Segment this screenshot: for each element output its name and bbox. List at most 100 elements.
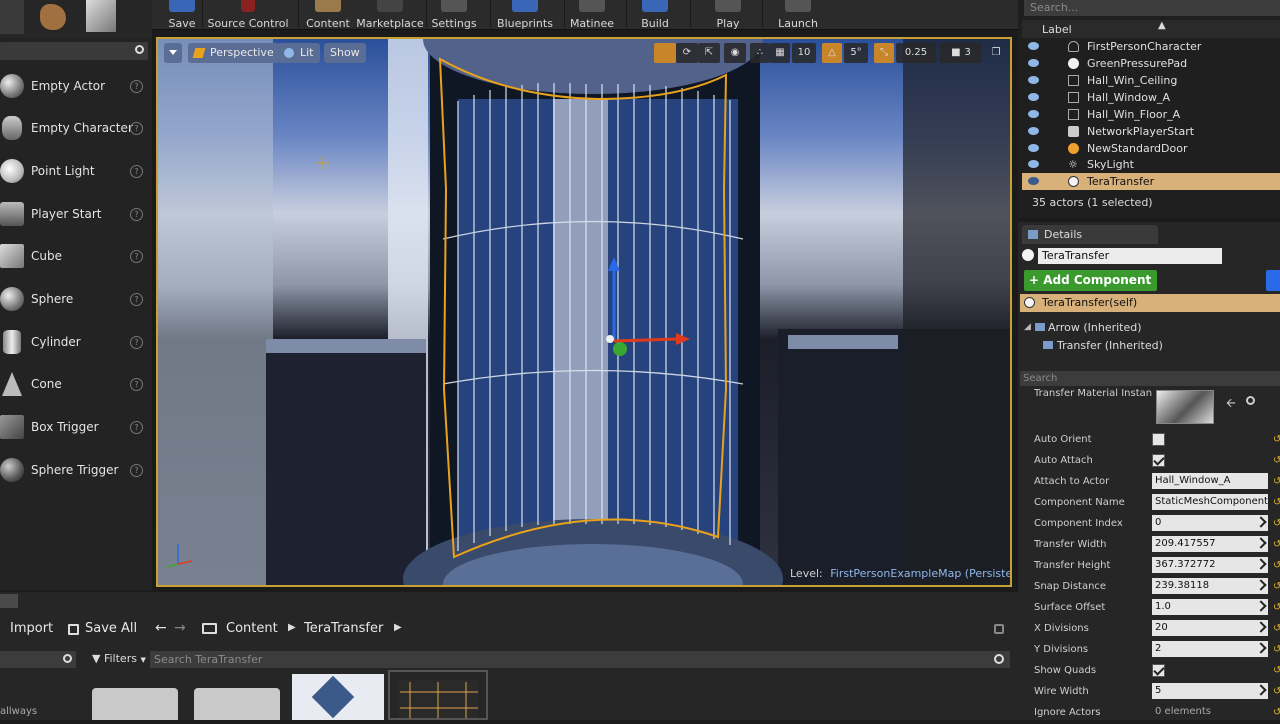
place-item-empty-character[interactable]: Empty Character ? bbox=[0, 108, 150, 148]
rotate-tool-icon[interactable]: ⟳ bbox=[676, 43, 698, 63]
reset-to-default-icon[interactable]: ↺ bbox=[1273, 539, 1280, 550]
lit-mode-button[interactable]: Lit bbox=[278, 43, 320, 63]
save-all-button[interactable]: Save All bbox=[66, 618, 144, 640]
spinner-icon[interactable] bbox=[1255, 642, 1267, 654]
scale-snap-icon[interactable]: ⤡ bbox=[874, 43, 894, 63]
marketplace-button[interactable]: Marketplace bbox=[356, 0, 424, 30]
reset-to-default-icon[interactable]: ↺ bbox=[1273, 644, 1280, 655]
scale-snap-value[interactable]: 0.25 bbox=[896, 43, 936, 63]
reset-to-default-icon[interactable]: ↺ bbox=[1273, 707, 1280, 718]
place-item-cube[interactable]: Cube ? bbox=[0, 236, 150, 276]
visibility-eye-icon[interactable] bbox=[1028, 59, 1039, 67]
show-button[interactable]: Show bbox=[324, 43, 366, 63]
property-value-field[interactable]: StaticMeshComponent0 bbox=[1152, 494, 1268, 510]
reset-to-default-icon[interactable]: ↺ bbox=[1273, 602, 1280, 613]
sort-ascending-icon[interactable]: ▲ bbox=[1158, 20, 1166, 31]
world-local-icon[interactable]: ◉ bbox=[724, 43, 746, 63]
viewport-options-button[interactable] bbox=[164, 43, 182, 63]
camera-speed-button[interactable]: ■ 3 bbox=[940, 43, 982, 63]
property-value-field[interactable]: 0 bbox=[1152, 515, 1268, 531]
spinner-icon[interactable] bbox=[1255, 558, 1267, 570]
reset-to-default-icon[interactable]: ↺ bbox=[1273, 434, 1280, 445]
breadcrumb-content[interactable]: Content bbox=[226, 618, 286, 640]
property-value-field[interactable]: 239.38118 bbox=[1152, 578, 1268, 594]
help-icon[interactable]: ? bbox=[130, 80, 143, 93]
content-browser-tab[interactable] bbox=[0, 594, 18, 608]
property-value-field[interactable]: 1.0 bbox=[1152, 599, 1268, 615]
rotation-snap-icon[interactable]: △ bbox=[822, 43, 842, 63]
perspective-button[interactable]: Perspective bbox=[188, 43, 280, 63]
level-viewport[interactable]: Perspective Lit Show ⟳ ⇱ ◉ ∴ ▦ 10 △ 5° ⤡… bbox=[156, 37, 1012, 587]
asset-search-input[interactable]: Search TeraTransfer bbox=[150, 651, 1010, 668]
help-icon[interactable]: ? bbox=[130, 421, 143, 434]
place-item-player-start[interactable]: Player Start ? bbox=[0, 194, 150, 234]
folder-search-input[interactable] bbox=[0, 651, 76, 668]
help-icon[interactable]: ? bbox=[130, 464, 143, 477]
expand-arrow-icon[interactable]: ◢ bbox=[1024, 322, 1031, 332]
breadcrumb-chevron-icon[interactable]: ▶ bbox=[394, 622, 402, 633]
place-item-box-trigger[interactable]: Box Trigger ? bbox=[0, 407, 150, 447]
visibility-eye-icon[interactable] bbox=[1028, 177, 1039, 185]
property-checkbox[interactable] bbox=[1152, 664, 1165, 677]
outliner-row[interactable]: NetworkPlayerStart bbox=[1022, 123, 1280, 140]
visibility-eye-icon[interactable] bbox=[1028, 93, 1039, 101]
outliner-row[interactable]: ☼ SkyLight bbox=[1022, 156, 1280, 173]
asset-thumbnail[interactable] bbox=[292, 674, 384, 720]
root-component-row[interactable]: TeraTransfer(self) bbox=[1020, 294, 1280, 312]
property-value-field[interactable]: 20 bbox=[1152, 620, 1268, 636]
spinner-icon[interactable] bbox=[1255, 537, 1267, 549]
details-search-input[interactable]: Search bbox=[1020, 371, 1280, 386]
foliage-mode-icon[interactable] bbox=[40, 4, 66, 30]
reset-to-default-icon[interactable]: ↺ bbox=[1273, 581, 1280, 592]
reset-to-default-icon[interactable]: ↺ bbox=[1273, 455, 1280, 466]
visibility-eye-icon[interactable] bbox=[1028, 160, 1039, 168]
mode-tab-place[interactable] bbox=[0, 0, 24, 34]
material-thumbnail[interactable] bbox=[1156, 390, 1214, 424]
outliner-row[interactable]: Hall_Win_Ceiling bbox=[1022, 72, 1280, 89]
outliner-row[interactable]: Hall_Win_Floor_A bbox=[1022, 106, 1280, 123]
property-value-field[interactable]: Hall_Window_A bbox=[1152, 473, 1268, 489]
forward-arrow-icon[interactable]: → bbox=[174, 620, 186, 636]
visibility-eye-icon[interactable] bbox=[1028, 110, 1039, 118]
breadcrumb-teratransfer[interactable]: TeraTransfer bbox=[304, 618, 392, 640]
build-button[interactable]: Build bbox=[636, 0, 674, 30]
help-icon[interactable]: ? bbox=[130, 208, 143, 221]
outliner-search-input[interactable]: Search... bbox=[1024, 0, 1280, 16]
place-item-empty-actor[interactable]: Empty Actor ? bbox=[0, 66, 150, 106]
spinner-icon[interactable] bbox=[1255, 600, 1267, 612]
folder-thumbnail[interactable] bbox=[194, 688, 280, 720]
reset-to-default-icon[interactable]: ↺ bbox=[1273, 623, 1280, 634]
outliner-row[interactable]: Hall_Window_A bbox=[1022, 89, 1280, 106]
place-item-sphere-trigger[interactable]: Sphere Trigger ? bbox=[0, 450, 150, 490]
maximize-viewport-icon[interactable]: ❐ bbox=[988, 43, 1004, 63]
component-row-arrow[interactable]: ◢ Arrow (Inherited) bbox=[1024, 320, 1264, 336]
property-value-field[interactable]: 5 bbox=[1152, 683, 1268, 699]
reset-to-default-icon[interactable]: ↺ bbox=[1273, 686, 1280, 697]
rotation-snap-value[interactable]: 5° bbox=[844, 43, 868, 63]
help-icon[interactable]: ? bbox=[130, 378, 143, 391]
visibility-eye-icon[interactable] bbox=[1028, 127, 1039, 135]
property-value-field[interactable]: 2 bbox=[1152, 641, 1268, 657]
component-row-transfer[interactable]: Transfer (Inherited) bbox=[1040, 338, 1260, 354]
property-checkbox[interactable] bbox=[1152, 454, 1165, 467]
actor-name-field[interactable]: TeraTransfer bbox=[1038, 248, 1222, 264]
lock-icon[interactable] bbox=[994, 624, 1004, 634]
folder-thumbnail[interactable] bbox=[92, 688, 178, 720]
browse-search-icon[interactable] bbox=[1246, 396, 1255, 405]
outliner-row[interactable]: GreenPressurePad bbox=[1022, 55, 1280, 72]
import-button[interactable]: Import bbox=[0, 618, 56, 640]
place-item-sphere[interactable]: Sphere ? bbox=[0, 279, 150, 319]
matinee-button[interactable]: Matinee bbox=[568, 0, 616, 30]
spinner-icon[interactable] bbox=[1255, 684, 1267, 696]
reset-to-default-icon[interactable]: ↺ bbox=[1273, 560, 1280, 571]
spinner-icon[interactable] bbox=[1255, 516, 1267, 528]
property-value-field[interactable]: 367.372772 bbox=[1152, 557, 1268, 573]
grid-snap-value[interactable]: 10 bbox=[792, 43, 816, 63]
reset-to-default-icon[interactable]: ↺ bbox=[1273, 518, 1280, 529]
reset-to-default-icon[interactable]: ↺ bbox=[1273, 665, 1280, 676]
filters-button[interactable]: ▼ Filters ▼ bbox=[86, 650, 148, 668]
place-search-input[interactable] bbox=[0, 42, 148, 60]
visibility-eye-icon[interactable] bbox=[1028, 42, 1039, 50]
back-arrow-icon[interactable]: ← bbox=[155, 620, 167, 636]
source-control-button[interactable]: Source Control bbox=[206, 0, 290, 30]
